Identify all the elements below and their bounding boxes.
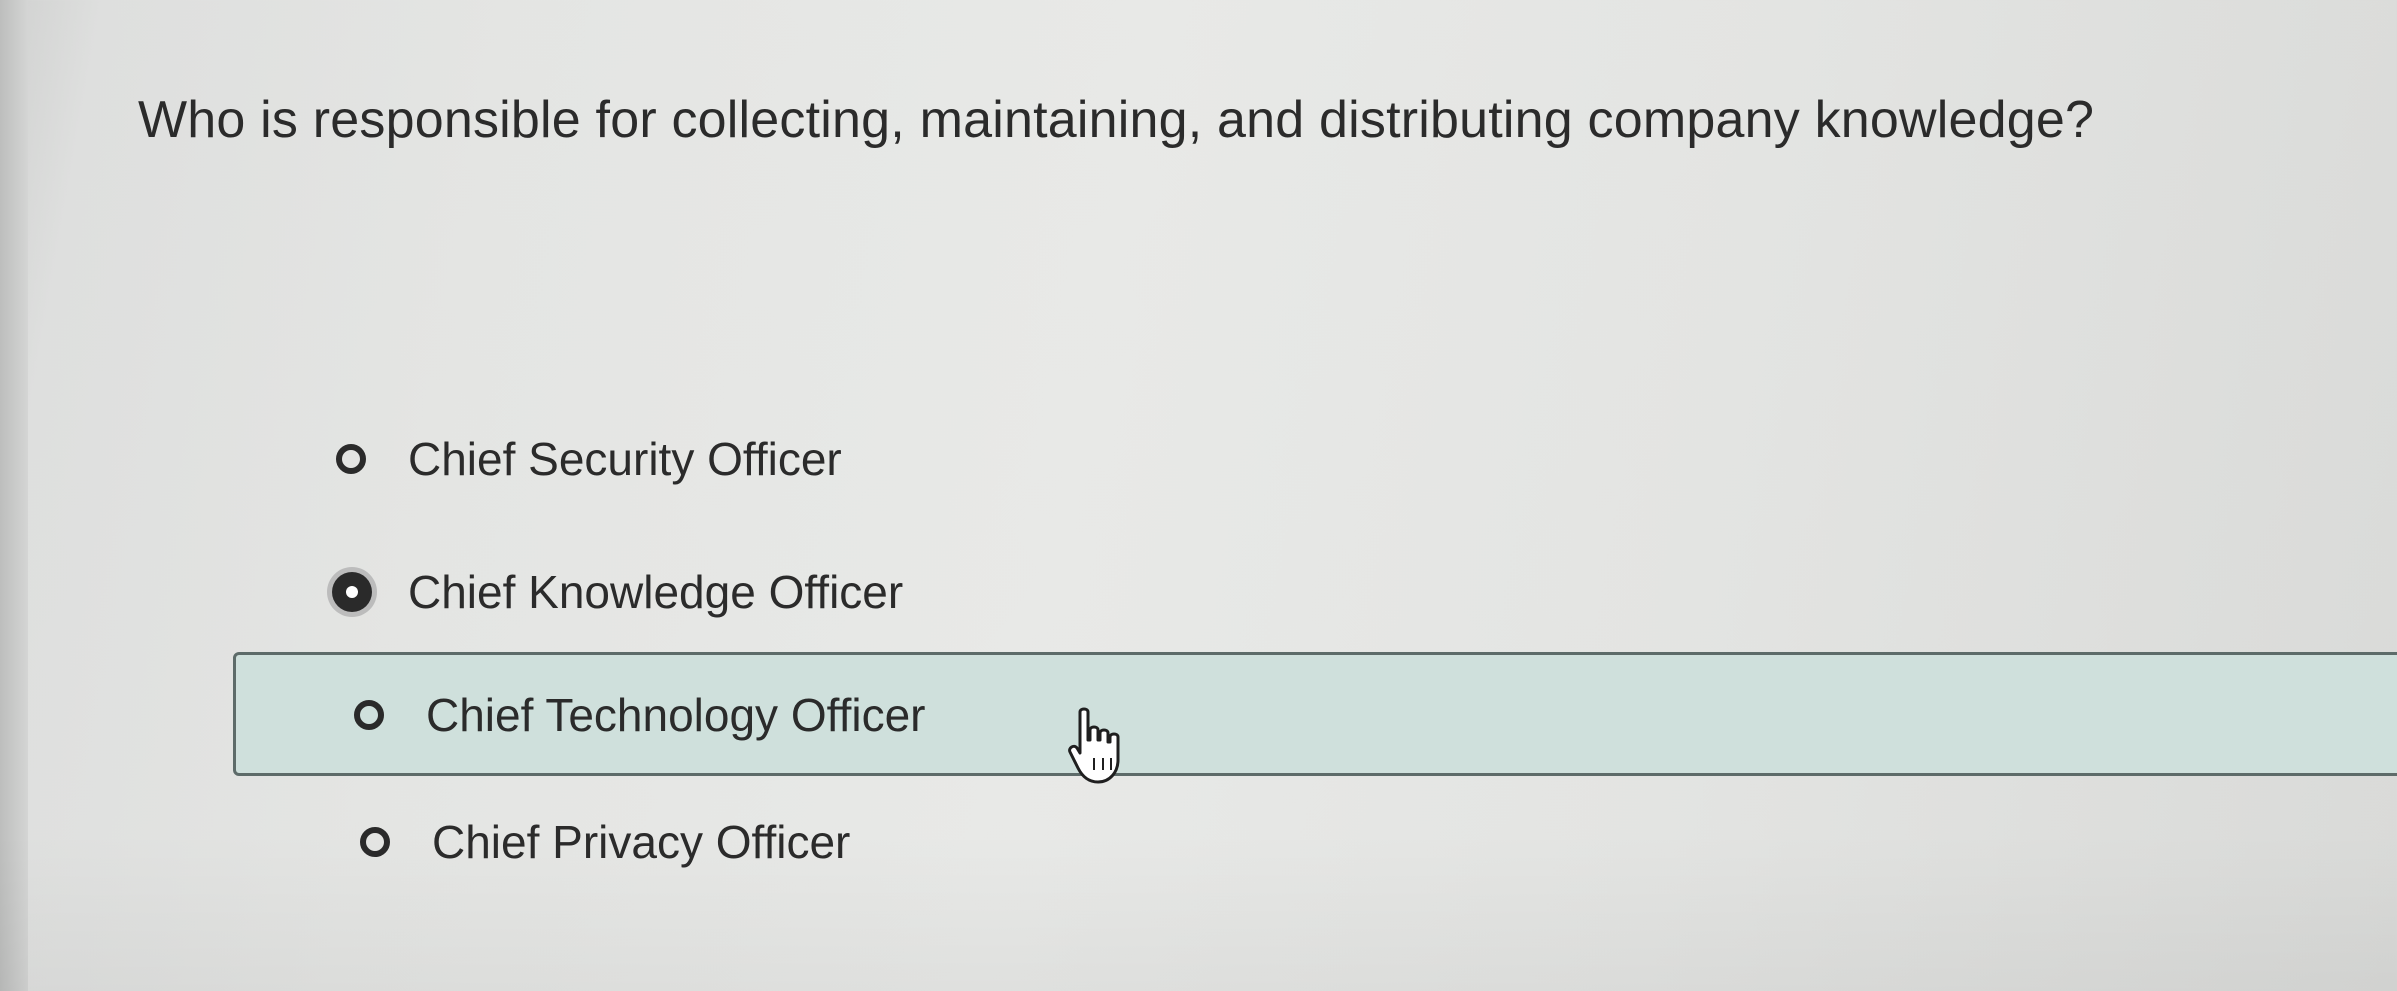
option-chief-knowledge-officer[interactable]: Chief Knowledge Officer — [332, 565, 903, 619]
option-label: Chief Knowledge Officer — [408, 566, 904, 618]
radio-selected-icon[interactable] — [332, 572, 372, 612]
option-label: Chief Technology Officer — [426, 689, 926, 741]
radio-unselected-icon[interactable] — [336, 444, 366, 474]
option-label: Chief Privacy Officer — [432, 816, 851, 868]
option-chief-technology-officer[interactable]: Chief Technology Officer — [354, 688, 925, 742]
radio-unselected-icon[interactable] — [354, 700, 384, 730]
hand-pointer-icon — [1068, 707, 1120, 784]
screen-edge-shadow — [0, 0, 28, 991]
question-text: Who is responsible for collecting, maint… — [138, 91, 2095, 149]
radio-unselected-icon[interactable] — [360, 827, 390, 857]
option-chief-security-officer[interactable]: Chief Security Officer — [336, 432, 842, 486]
option-label: Chief Security Officer — [408, 433, 842, 485]
option-chief-privacy-officer[interactable]: Chief Privacy Officer — [360, 815, 850, 869]
